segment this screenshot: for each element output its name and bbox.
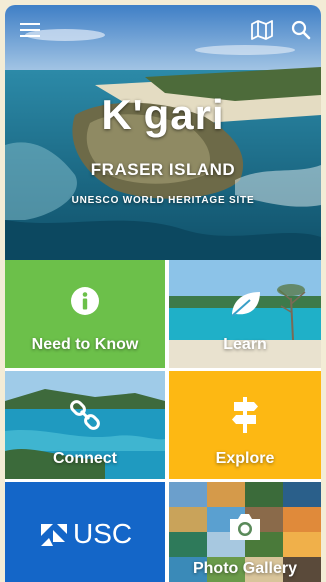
camera-icon — [230, 514, 260, 540]
tile-label-need-to-know: Need to Know — [31, 336, 139, 353]
hamburger-menu-icon[interactable] — [17, 17, 43, 43]
hero-subtitle: FRASER ISLAND — [90, 160, 236, 179]
tile-label-explore: Explore — [215, 450, 275, 467]
info-icon — [71, 287, 99, 315]
map-icon[interactable] — [249, 17, 275, 43]
app-screen: K'gari FRASER ISLAND UNESCO WORLD HERITA… — [5, 5, 321, 582]
tile-explore[interactable]: Explore — [169, 371, 321, 479]
tile-need-to-know[interactable]: Need to Know — [5, 260, 165, 368]
search-icon[interactable] — [288, 17, 314, 43]
tile-photo-gallery[interactable]: Photo Gallery — [169, 482, 321, 582]
hero-title: K'gari — [101, 91, 225, 138]
usc-logo-text: USC — [73, 518, 133, 549]
top-app-bar — [5, 5, 321, 55]
link-icon — [70, 400, 100, 430]
leaf-icon — [231, 292, 260, 317]
tile-label-photo-gallery: Photo Gallery — [192, 560, 298, 577]
tile-learn[interactable]: Learn — [169, 260, 321, 368]
hero-banner: K'gari FRASER ISLAND UNESCO WORLD HERITA… — [5, 5, 321, 260]
tile-usc[interactable]: USC — [5, 482, 165, 582]
signpost-icon — [232, 397, 258, 433]
tile-label-connect: Connect — [53, 450, 117, 467]
hero-tagline: UNESCO WORLD HERITAGE SITE — [71, 195, 255, 206]
tile-label-learn: Learn — [223, 336, 267, 353]
usc-logo-icon — [41, 524, 67, 546]
tile-connect[interactable]: Connect — [5, 371, 165, 479]
